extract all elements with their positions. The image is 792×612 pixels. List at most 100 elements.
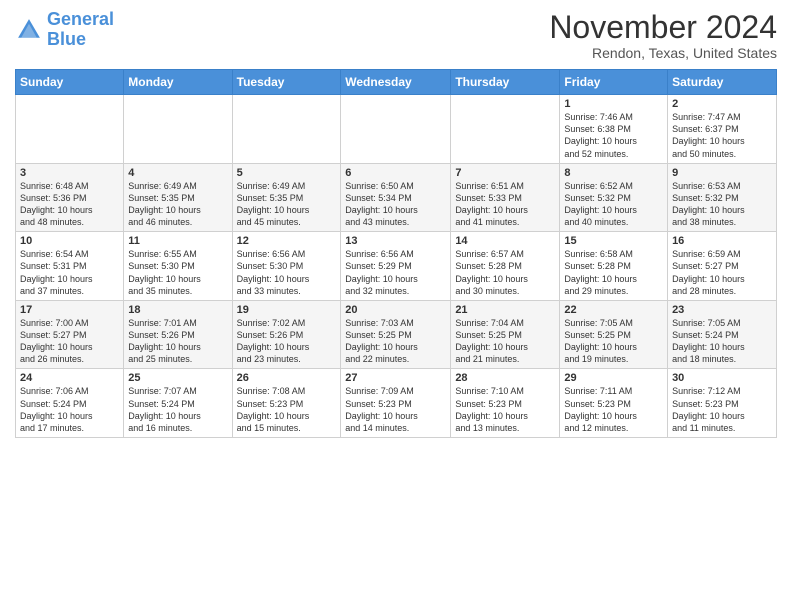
day-number: 3 (20, 167, 119, 179)
day-info: Sunrise: 7:04 AM Sunset: 5:25 PM Dayligh… (455, 317, 555, 366)
day-info: Sunrise: 7:09 AM Sunset: 5:23 PM Dayligh… (345, 385, 446, 434)
day-info: Sunrise: 6:51 AM Sunset: 5:33 PM Dayligh… (455, 180, 555, 229)
day-number: 27 (345, 372, 446, 384)
calendar-header-row: SundayMondayTuesdayWednesdayThursdayFrid… (16, 70, 777, 95)
day-number: 17 (20, 304, 119, 316)
day-number: 29 (564, 372, 663, 384)
day-info: Sunrise: 6:50 AM Sunset: 5:34 PM Dayligh… (345, 180, 446, 229)
day-info: Sunrise: 6:56 AM Sunset: 5:29 PM Dayligh… (345, 248, 446, 297)
day-info: Sunrise: 7:02 AM Sunset: 5:26 PM Dayligh… (237, 317, 337, 366)
location-subtitle: Rendon, Texas, United States (549, 45, 777, 61)
day-info: Sunrise: 6:49 AM Sunset: 5:35 PM Dayligh… (237, 180, 337, 229)
title-block: November 2024 Rendon, Texas, United Stat… (549, 10, 777, 61)
weekday-header-thursday: Thursday (451, 70, 560, 95)
calendar-week-1: 1Sunrise: 7:46 AM Sunset: 6:38 PM Daylig… (16, 95, 777, 164)
header: General Blue November 2024 Rendon, Texas… (15, 10, 777, 61)
weekday-header-sunday: Sunday (16, 70, 124, 95)
calendar-day-cell: 6Sunrise: 6:50 AM Sunset: 5:34 PM Daylig… (341, 163, 451, 232)
calendar-day-cell: 7Sunrise: 6:51 AM Sunset: 5:33 PM Daylig… (451, 163, 560, 232)
calendar-day-cell: 26Sunrise: 7:08 AM Sunset: 5:23 PM Dayli… (232, 369, 341, 438)
day-number: 9 (672, 167, 772, 179)
day-info: Sunrise: 6:52 AM Sunset: 5:32 PM Dayligh… (564, 180, 663, 229)
day-number: 24 (20, 372, 119, 384)
day-number: 16 (672, 235, 772, 247)
weekday-header-saturday: Saturday (668, 70, 777, 95)
calendar-day-cell: 11Sunrise: 6:55 AM Sunset: 5:30 PM Dayli… (124, 232, 232, 301)
calendar-day-cell: 4Sunrise: 6:49 AM Sunset: 5:35 PM Daylig… (124, 163, 232, 232)
day-number: 25 (128, 372, 227, 384)
day-info: Sunrise: 7:08 AM Sunset: 5:23 PM Dayligh… (237, 385, 337, 434)
day-number: 19 (237, 304, 337, 316)
logo-blue: Blue (47, 29, 86, 49)
page: General Blue November 2024 Rendon, Texas… (0, 0, 792, 448)
calendar-day-cell (341, 95, 451, 164)
calendar-day-cell (16, 95, 124, 164)
logo: General Blue (15, 10, 114, 50)
calendar-day-cell: 28Sunrise: 7:10 AM Sunset: 5:23 PM Dayli… (451, 369, 560, 438)
day-number: 5 (237, 167, 337, 179)
day-info: Sunrise: 7:47 AM Sunset: 6:37 PM Dayligh… (672, 111, 772, 160)
calendar-day-cell: 2Sunrise: 7:47 AM Sunset: 6:37 PM Daylig… (668, 95, 777, 164)
calendar-week-4: 17Sunrise: 7:00 AM Sunset: 5:27 PM Dayli… (16, 300, 777, 369)
calendar-day-cell: 10Sunrise: 6:54 AM Sunset: 5:31 PM Dayli… (16, 232, 124, 301)
day-number: 6 (345, 167, 446, 179)
calendar-week-5: 24Sunrise: 7:06 AM Sunset: 5:24 PM Dayli… (16, 369, 777, 438)
day-info: Sunrise: 6:56 AM Sunset: 5:30 PM Dayligh… (237, 248, 337, 297)
day-info: Sunrise: 7:01 AM Sunset: 5:26 PM Dayligh… (128, 317, 227, 366)
calendar-day-cell (232, 95, 341, 164)
day-info: Sunrise: 7:12 AM Sunset: 5:23 PM Dayligh… (672, 385, 772, 434)
calendar-day-cell: 20Sunrise: 7:03 AM Sunset: 5:25 PM Dayli… (341, 300, 451, 369)
calendar-day-cell: 5Sunrise: 6:49 AM Sunset: 5:35 PM Daylig… (232, 163, 341, 232)
logo-general: General (47, 9, 114, 29)
day-info: Sunrise: 6:49 AM Sunset: 5:35 PM Dayligh… (128, 180, 227, 229)
day-info: Sunrise: 7:06 AM Sunset: 5:24 PM Dayligh… (20, 385, 119, 434)
day-number: 21 (455, 304, 555, 316)
calendar-day-cell: 1Sunrise: 7:46 AM Sunset: 6:38 PM Daylig… (560, 95, 668, 164)
day-info: Sunrise: 6:54 AM Sunset: 5:31 PM Dayligh… (20, 248, 119, 297)
day-number: 30 (672, 372, 772, 384)
day-number: 26 (237, 372, 337, 384)
weekday-header-monday: Monday (124, 70, 232, 95)
day-info: Sunrise: 6:59 AM Sunset: 5:27 PM Dayligh… (672, 248, 772, 297)
weekday-header-wednesday: Wednesday (341, 70, 451, 95)
calendar-day-cell: 17Sunrise: 7:00 AM Sunset: 5:27 PM Dayli… (16, 300, 124, 369)
day-info: Sunrise: 7:11 AM Sunset: 5:23 PM Dayligh… (564, 385, 663, 434)
day-info: Sunrise: 7:00 AM Sunset: 5:27 PM Dayligh… (20, 317, 119, 366)
calendar-day-cell: 22Sunrise: 7:05 AM Sunset: 5:25 PM Dayli… (560, 300, 668, 369)
day-number: 28 (455, 372, 555, 384)
weekday-header-tuesday: Tuesday (232, 70, 341, 95)
day-number: 18 (128, 304, 227, 316)
day-number: 22 (564, 304, 663, 316)
day-info: Sunrise: 7:03 AM Sunset: 5:25 PM Dayligh… (345, 317, 446, 366)
day-info: Sunrise: 6:53 AM Sunset: 5:32 PM Dayligh… (672, 180, 772, 229)
day-number: 10 (20, 235, 119, 247)
day-info: Sunrise: 6:58 AM Sunset: 5:28 PM Dayligh… (564, 248, 663, 297)
logo-icon (15, 16, 43, 44)
calendar-day-cell: 9Sunrise: 6:53 AM Sunset: 5:32 PM Daylig… (668, 163, 777, 232)
day-info: Sunrise: 6:48 AM Sunset: 5:36 PM Dayligh… (20, 180, 119, 229)
calendar-day-cell: 18Sunrise: 7:01 AM Sunset: 5:26 PM Dayli… (124, 300, 232, 369)
day-info: Sunrise: 7:46 AM Sunset: 6:38 PM Dayligh… (564, 111, 663, 160)
day-number: 20 (345, 304, 446, 316)
day-number: 2 (672, 98, 772, 110)
calendar-day-cell: 27Sunrise: 7:09 AM Sunset: 5:23 PM Dayli… (341, 369, 451, 438)
day-info: Sunrise: 7:07 AM Sunset: 5:24 PM Dayligh… (128, 385, 227, 434)
day-number: 7 (455, 167, 555, 179)
calendar-day-cell: 21Sunrise: 7:04 AM Sunset: 5:25 PM Dayli… (451, 300, 560, 369)
day-info: Sunrise: 7:05 AM Sunset: 5:25 PM Dayligh… (564, 317, 663, 366)
calendar-week-2: 3Sunrise: 6:48 AM Sunset: 5:36 PM Daylig… (16, 163, 777, 232)
calendar-day-cell: 23Sunrise: 7:05 AM Sunset: 5:24 PM Dayli… (668, 300, 777, 369)
calendar-day-cell: 29Sunrise: 7:11 AM Sunset: 5:23 PM Dayli… (560, 369, 668, 438)
calendar-day-cell: 30Sunrise: 7:12 AM Sunset: 5:23 PM Dayli… (668, 369, 777, 438)
day-info: Sunrise: 6:55 AM Sunset: 5:30 PM Dayligh… (128, 248, 227, 297)
day-number: 15 (564, 235, 663, 247)
calendar-day-cell: 12Sunrise: 6:56 AM Sunset: 5:30 PM Dayli… (232, 232, 341, 301)
day-number: 1 (564, 98, 663, 110)
weekday-header-friday: Friday (560, 70, 668, 95)
day-info: Sunrise: 6:57 AM Sunset: 5:28 PM Dayligh… (455, 248, 555, 297)
calendar-day-cell: 25Sunrise: 7:07 AM Sunset: 5:24 PM Dayli… (124, 369, 232, 438)
calendar-day-cell (451, 95, 560, 164)
calendar-day-cell: 19Sunrise: 7:02 AM Sunset: 5:26 PM Dayli… (232, 300, 341, 369)
day-number: 23 (672, 304, 772, 316)
logo-text: General Blue (47, 10, 114, 50)
